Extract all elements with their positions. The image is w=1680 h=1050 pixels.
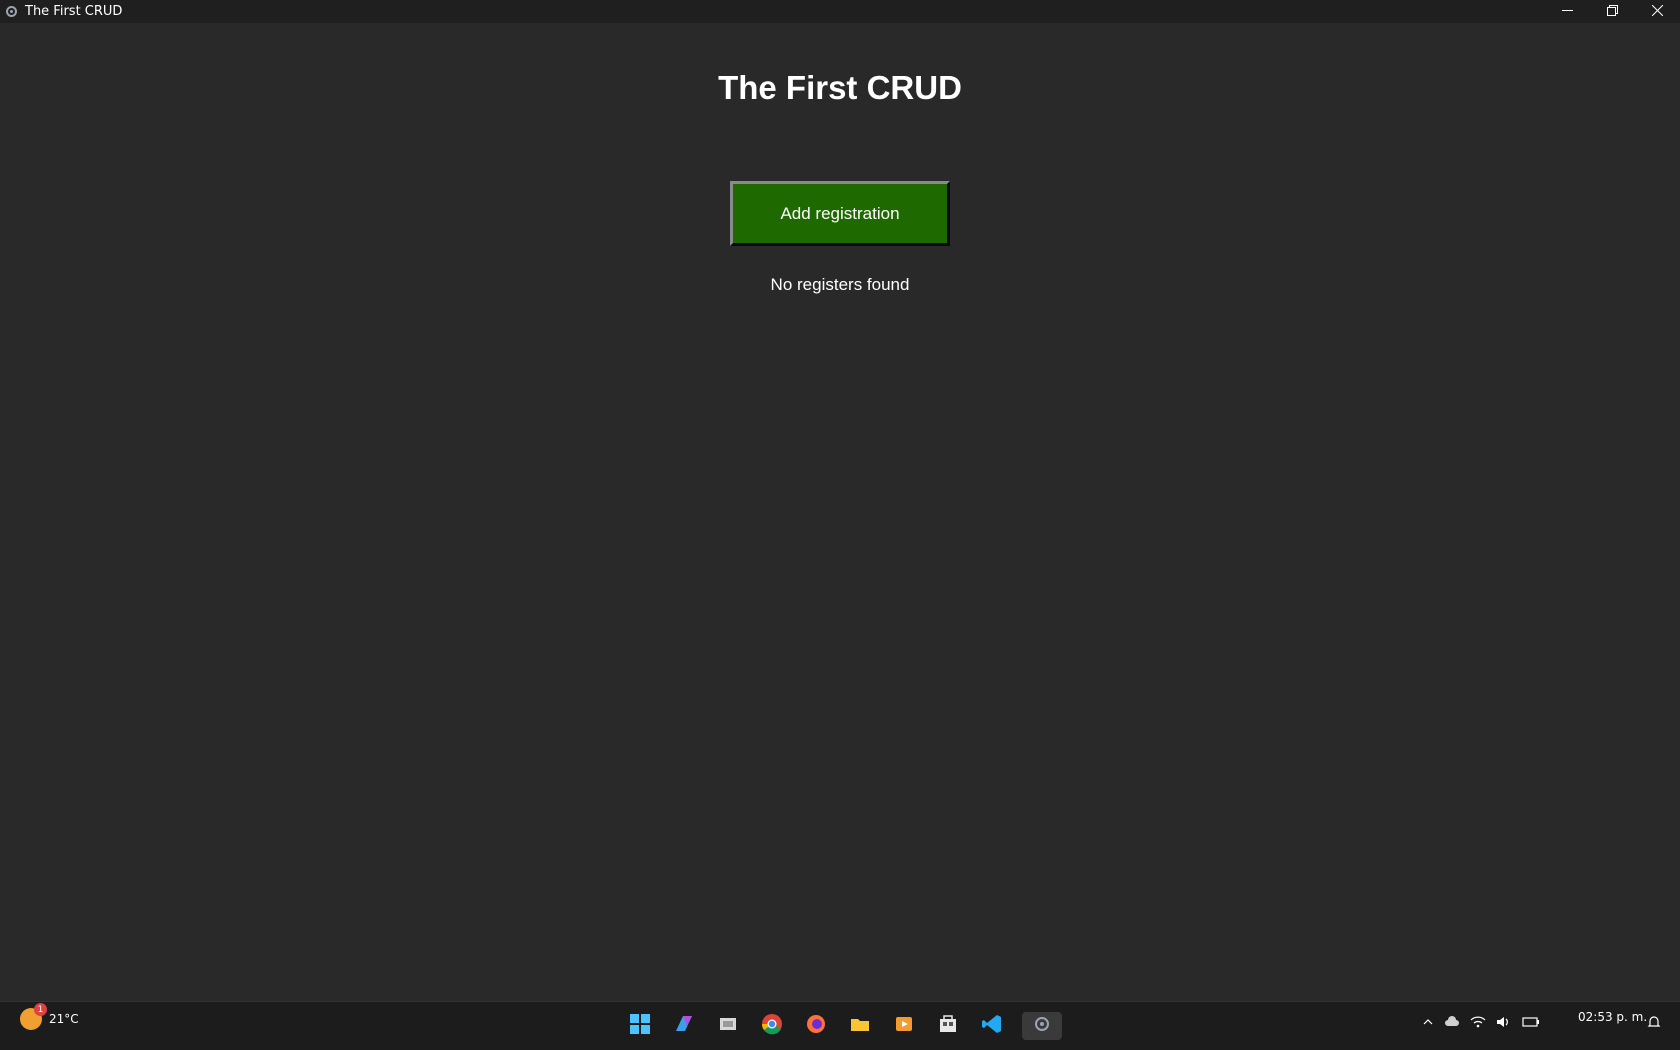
task-view-icon [717, 1013, 739, 1040]
restore-icon [1607, 3, 1618, 21]
restore-button[interactable] [1590, 0, 1635, 23]
weather-widget[interactable]: 1 21°C [20, 1003, 79, 1030]
media-button[interactable] [890, 1012, 918, 1040]
firefox-button[interactable] [802, 1012, 830, 1040]
file-explorer-icon [849, 1013, 871, 1040]
python-app-button[interactable] [1022, 1012, 1062, 1040]
close-icon [1651, 3, 1664, 21]
cloud-icon[interactable] [1444, 1016, 1460, 1032]
firefox-icon [805, 1013, 827, 1040]
close-button[interactable] [1635, 0, 1680, 23]
start-button[interactable] [626, 1012, 654, 1040]
copilot-button[interactable] [670, 1012, 698, 1040]
weather-icon: 1 [20, 1003, 47, 1030]
system-tray [1422, 1016, 1540, 1032]
temperature-label: 21°C [49, 1012, 79, 1026]
file-explorer-button[interactable] [846, 1012, 874, 1040]
chrome-icon [761, 1013, 783, 1040]
window-controls [1545, 0, 1680, 23]
store-icon [937, 1013, 959, 1040]
python-app-icon [1033, 1015, 1051, 1038]
task-view-button[interactable] [714, 1012, 742, 1040]
page-title: The First CRUD [718, 69, 962, 106]
chrome-button[interactable] [758, 1012, 786, 1040]
taskbar: 1 21°C 02:53 p. m. [0, 1001, 1680, 1050]
media-icon [893, 1013, 915, 1040]
clock[interactable]: 02:53 p. m. [1578, 1010, 1647, 1024]
start-icon [629, 1013, 651, 1040]
main-content: The First CRUD Add registration No regis… [0, 23, 1680, 1001]
title-bar: The First CRUD [0, 0, 1680, 23]
taskbar-apps [626, 1012, 1062, 1040]
chevron-up-icon[interactable] [1422, 1016, 1434, 1032]
bell-icon[interactable] [1646, 1014, 1662, 1030]
vscode-icon [981, 1013, 1003, 1040]
copilot-icon [673, 1013, 695, 1040]
window-title: The First CRUD [25, 4, 123, 19]
empty-state-message: No registers found [770, 275, 910, 294]
store-button[interactable] [934, 1012, 962, 1040]
battery-icon[interactable] [1522, 1016, 1540, 1032]
vscode-button[interactable] [978, 1012, 1006, 1040]
volume-icon[interactable] [1496, 1016, 1512, 1032]
minimize-button[interactable] [1545, 0, 1590, 23]
wifi-icon[interactable] [1470, 1016, 1486, 1032]
gear-icon [5, 5, 18, 18]
add-registration-button[interactable]: Add registration [730, 181, 950, 246]
minimize-icon [1562, 3, 1573, 21]
notification-badge: 1 [34, 1003, 47, 1016]
